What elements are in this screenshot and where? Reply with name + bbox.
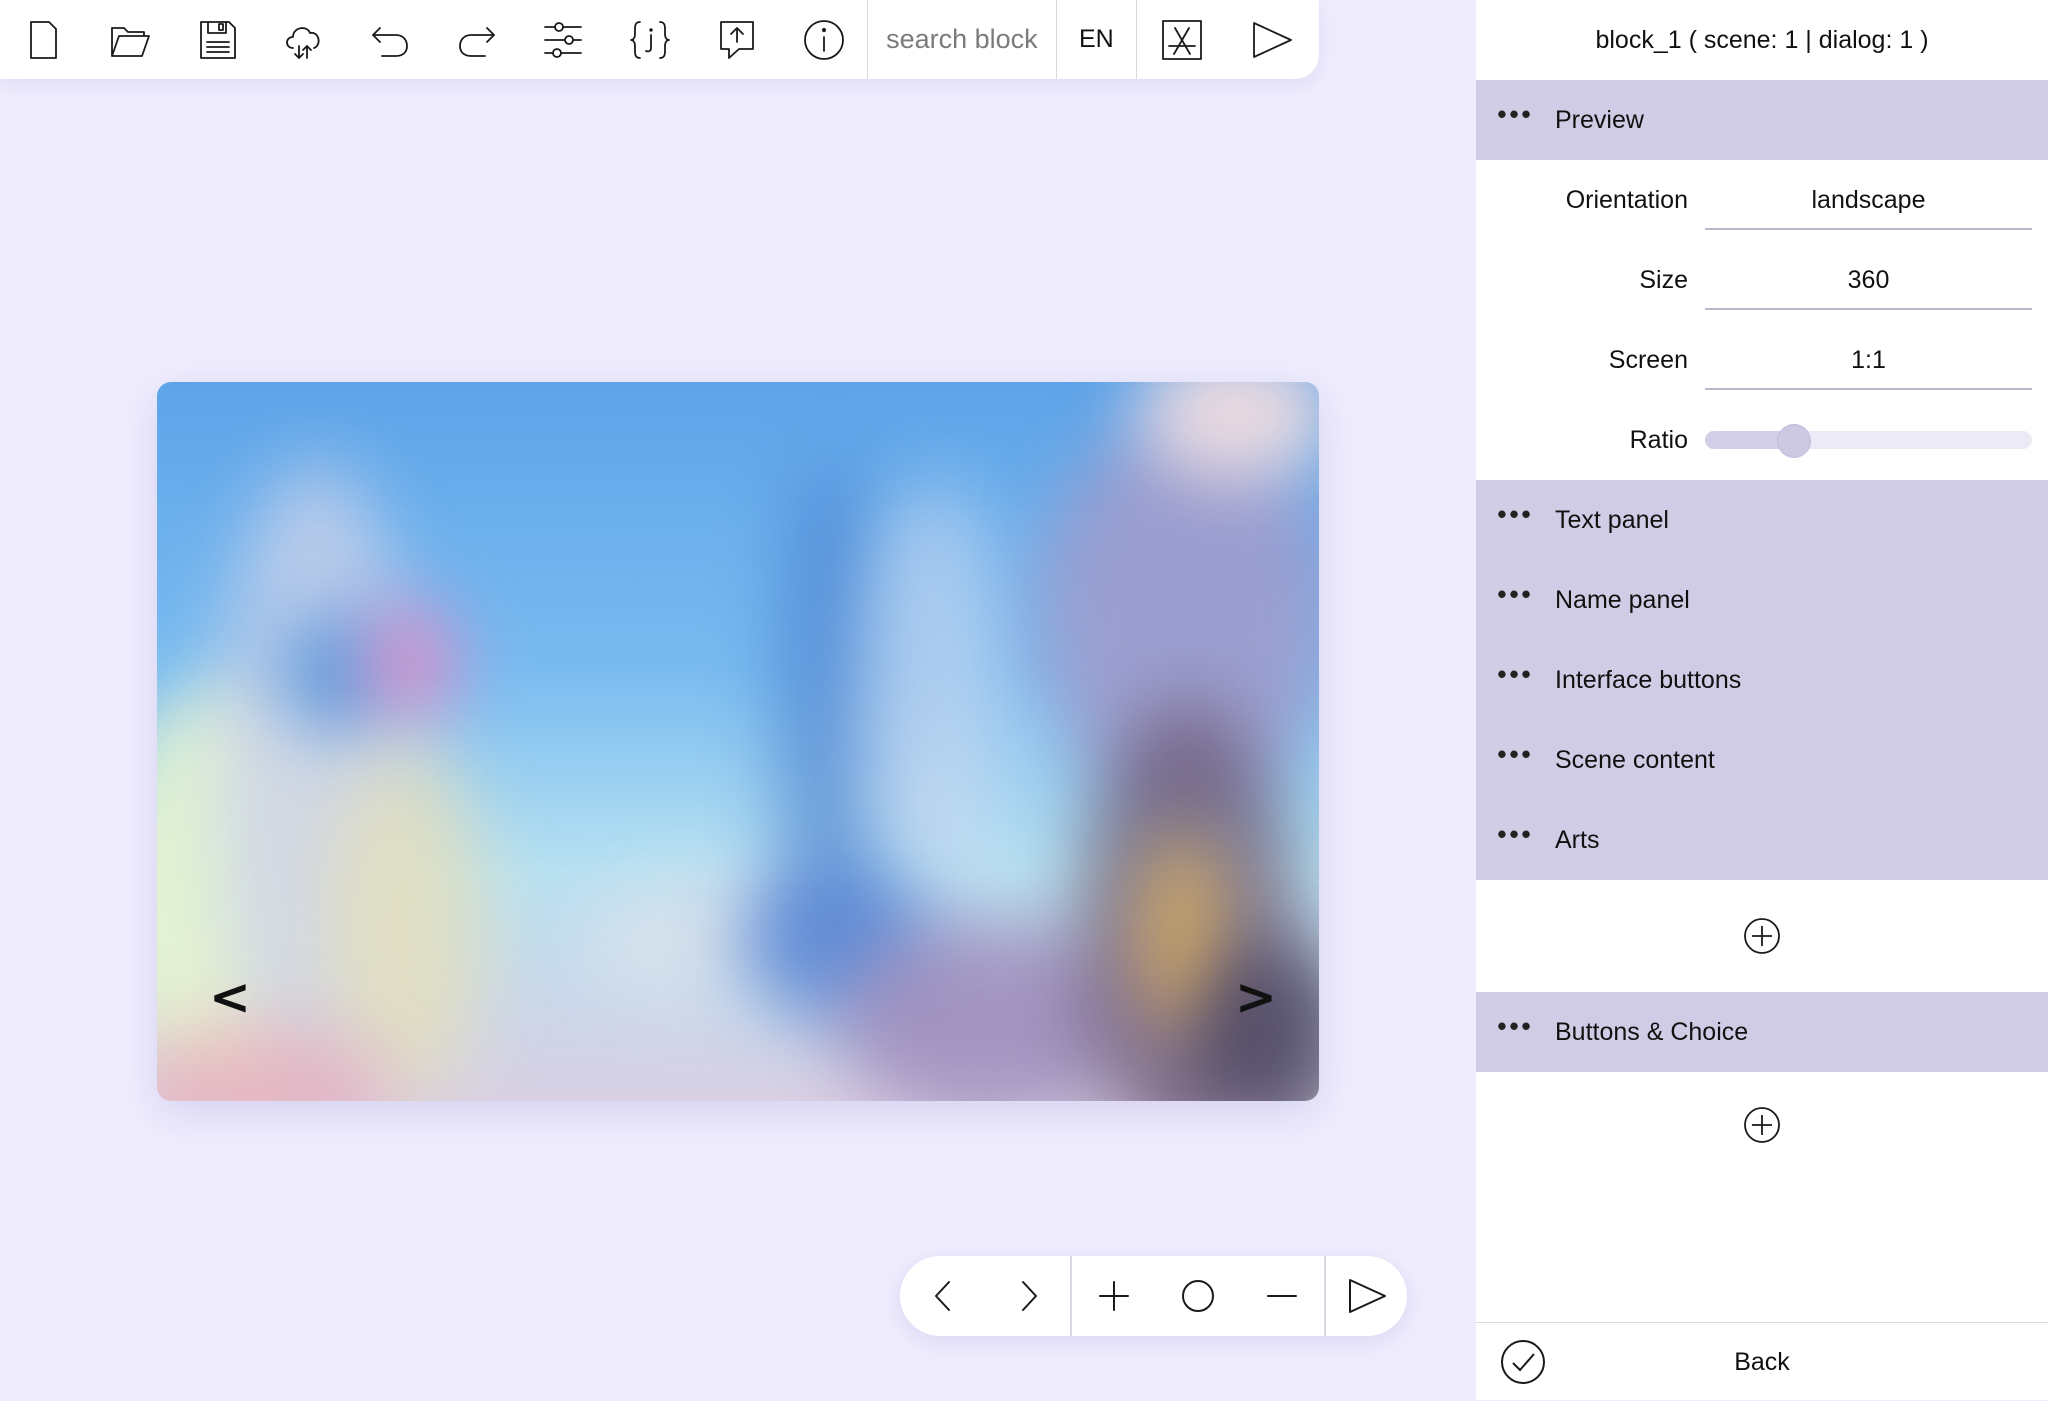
zoom-out-button[interactable] [1240, 1256, 1324, 1336]
section-buttons-choice[interactable]: ••• Buttons & Choice [1476, 992, 2048, 1072]
cloud-sync-button[interactable] [260, 0, 347, 79]
properties-panel: block_1 ( scene: 1 | dialog: 1 ) ••• Pre… [1476, 0, 2048, 1400]
reset-zoom-icon [1182, 1280, 1214, 1312]
section-preview[interactable]: ••• Preview [1476, 80, 2048, 160]
section-arts[interactable]: ••• Arts [1476, 800, 2048, 880]
new-file-button[interactable] [0, 0, 87, 79]
language-selector[interactable]: EN [1057, 0, 1136, 79]
chevron-left-icon [935, 1281, 950, 1311]
plus-circle-icon [1744, 1106, 1780, 1143]
more-options-icon[interactable]: ••• [1476, 1013, 1555, 1051]
more-options-icon[interactable]: ••• [1476, 741, 1555, 779]
section-label: Preview [1555, 105, 1644, 134]
section-name-panel[interactable]: ••• Name panel [1476, 560, 2048, 640]
more-options-icon[interactable]: ••• [1476, 661, 1555, 699]
size-row: Size [1476, 240, 2048, 320]
section-label: Scene content [1555, 745, 1715, 774]
save-icon [199, 20, 236, 59]
section-label: Name panel [1555, 585, 1690, 614]
more-options-icon[interactable]: ••• [1476, 581, 1555, 619]
undo-button[interactable] [347, 0, 434, 79]
play-icon [1349, 1279, 1386, 1313]
undo-icon [372, 26, 408, 57]
size-field[interactable] [1705, 252, 2032, 310]
size-label: Size [1639, 265, 1688, 294]
redo-icon [458, 26, 495, 57]
settings-button[interactable] [520, 0, 607, 79]
top-toolbar: EN [0, 0, 1319, 79]
more-options-icon[interactable]: ••• [1476, 101, 1555, 139]
preview-controls [900, 1256, 1407, 1336]
search-input[interactable] [867, 0, 1056, 79]
cloud-sync-icon [286, 26, 320, 59]
orientation-label: Orientation [1565, 185, 1688, 214]
ratio-row: Ratio [1476, 400, 2048, 480]
orientation-field[interactable] [1705, 172, 2032, 230]
add-section-button[interactable] [1743, 917, 1781, 955]
plus-circle-icon [1744, 918, 1780, 954]
back-button[interactable]: Back [1570, 1348, 2048, 1377]
section-list: ••• Text panel ••• Name panel ••• Interface b… [1476, 480, 2048, 880]
open-folder-icon [111, 26, 150, 57]
scene-preview: < > [157, 382, 1319, 1101]
open-folder-button[interactable] [87, 0, 174, 79]
reset-zoom-button[interactable] [1156, 1256, 1240, 1336]
zoom-out-icon [1267, 1295, 1297, 1297]
play-icon [1252, 21, 1292, 58]
section-scene-content[interactable]: ••• Scene content [1476, 720, 2048, 800]
app-store-button[interactable] [1137, 0, 1227, 79]
screen-label: Screen [1608, 345, 1688, 374]
section-label: Buttons & Choice [1555, 1017, 1749, 1046]
settings-sliders-icon [544, 21, 583, 58]
screen-field[interactable] [1705, 332, 2032, 390]
info-button[interactable] [780, 0, 867, 79]
zoom-in-icon [1099, 1281, 1129, 1311]
app-store-icon [1161, 19, 1202, 60]
screen-row: Screen [1476, 320, 2048, 400]
ratio-slider-thumb[interactable] [1777, 424, 1812, 458]
orientation-row: Orientation [1476, 160, 2048, 240]
panel-footer: Back [1476, 1322, 2048, 1401]
info-icon [803, 19, 844, 60]
save-button[interactable] [173, 0, 260, 79]
json-button[interactable] [607, 0, 694, 79]
add-section-row [1476, 880, 2048, 992]
ratio-slider[interactable] [1705, 424, 2032, 458]
next-scene-arrow[interactable]: > [1235, 972, 1277, 1022]
add-button-row [1476, 1072, 2048, 1177]
redo-button[interactable] [433, 0, 520, 79]
more-options-icon[interactable]: ••• [1476, 501, 1555, 539]
section-label: Arts [1555, 825, 1600, 854]
section-label: Interface buttons [1555, 665, 1742, 694]
section-text-panel[interactable]: ••• Text panel [1476, 480, 2048, 560]
confirm-button[interactable] [1476, 1339, 1570, 1385]
next-button[interactable] [986, 1256, 1070, 1336]
chevron-right-icon [1022, 1281, 1037, 1311]
more-options-icon[interactable]: ••• [1476, 821, 1555, 859]
add-button-button[interactable] [1743, 1106, 1781, 1144]
section-interface-buttons[interactable]: ••• Interface buttons [1476, 640, 2048, 720]
check-circle-icon [1501, 1340, 1545, 1384]
json-icon [630, 20, 671, 59]
play-button[interactable] [1227, 0, 1317, 79]
export-icon [719, 20, 754, 59]
previous-button[interactable] [902, 1256, 986, 1336]
export-button[interactable] [694, 0, 781, 79]
ratio-label: Ratio [1629, 425, 1688, 454]
panel-title: block_1 ( scene: 1 | dialog: 1 ) [1595, 25, 1929, 54]
play-preview-button[interactable] [1326, 1256, 1408, 1336]
section-label: Text panel [1555, 505, 1669, 534]
previous-scene-arrow[interactable]: < [209, 972, 251, 1022]
new-file-icon [30, 20, 58, 59]
zoom-in-button[interactable] [1072, 1256, 1156, 1336]
